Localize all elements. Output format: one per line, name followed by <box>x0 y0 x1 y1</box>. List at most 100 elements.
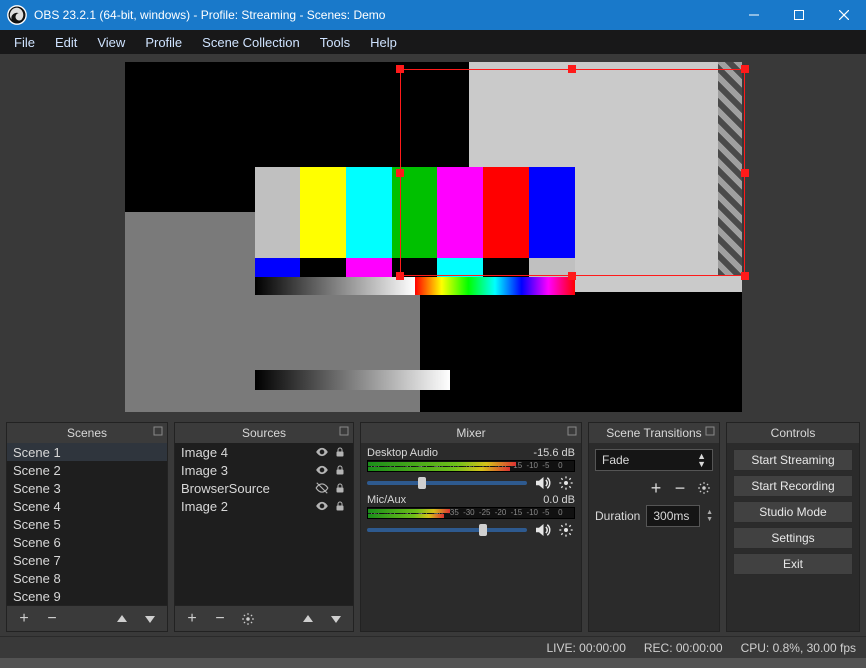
scene-row[interactable]: Scene 4 <box>7 497 167 515</box>
transition-select[interactable]: Fade ▲▼ <box>595 449 713 471</box>
selection-handle[interactable] <box>741 272 749 280</box>
channel-db: -15.6 dB <box>533 447 575 459</box>
scene-row[interactable]: Scene 1 <box>7 443 167 461</box>
source-row[interactable]: BrowserSource <box>175 479 353 497</box>
source-row[interactable]: Image 4 <box>175 443 353 461</box>
chevron-updown-icon: ▲▼ <box>697 452 706 468</box>
popout-icon[interactable] <box>705 426 715 436</box>
scene-down-button[interactable] <box>139 613 161 625</box>
popout-icon[interactable] <box>153 426 163 436</box>
source-properties-button[interactable] <box>237 612 259 626</box>
transition-properties-button[interactable] <box>695 479 713 497</box>
selection-handle[interactable] <box>741 65 749 73</box>
controls-title: Controls <box>771 426 816 440</box>
exit-button[interactable]: Exit <box>733 553 853 575</box>
scenes-header: Scenes <box>7 423 167 443</box>
source-row[interactable]: Image 2 <box>175 497 353 515</box>
mixer-header: Mixer <box>361 423 581 443</box>
menu-bar: FileEditViewProfileScene CollectionTools… <box>0 30 866 54</box>
mixer-body: Desktop Audio-15.6 dB-60-55-50-45-40-35-… <box>361 443 581 543</box>
channel-db: 0.0 dB <box>543 494 575 506</box>
selection-handle[interactable] <box>568 65 576 73</box>
selection-handle[interactable] <box>396 169 404 177</box>
menu-tools[interactable]: Tools <box>312 33 358 52</box>
source-gray-mid[interactable] <box>255 370 450 390</box>
menu-file[interactable]: File <box>6 33 43 52</box>
studio-mode-button[interactable]: Studio Mode <box>733 501 853 523</box>
menu-view[interactable]: View <box>89 33 133 52</box>
sources-list[interactable]: Image 4Image 3 BrowserSource Image 2 <box>175 443 353 605</box>
start-streaming-button[interactable]: Start Streaming <box>733 449 853 471</box>
selection-handle[interactable] <box>741 169 749 177</box>
scenes-list[interactable]: Scene 1Scene 2Scene 3Scene 4Scene 5Scene… <box>7 443 167 605</box>
level-meter: -60-55-50-45-40-35-30-25-20-15-10-50 <box>367 507 575 519</box>
add-transition-button[interactable]: + <box>647 479 665 497</box>
eye-icon[interactable] <box>315 499 329 513</box>
scene-row[interactable]: Scene 3 <box>7 479 167 497</box>
scene-row[interactable]: Scene 5 <box>7 515 167 533</box>
lock-icon[interactable] <box>333 464 347 476</box>
menu-edit[interactable]: Edit <box>47 33 85 52</box>
maximize-button[interactable] <box>776 0 821 30</box>
eye-icon[interactable] <box>315 463 329 477</box>
add-source-button[interactable]: + <box>181 610 203 628</box>
eye-off-icon[interactable] <box>315 481 329 495</box>
source-name: BrowserSource <box>181 481 311 496</box>
menu-scene-collection[interactable]: Scene Collection <box>194 33 308 52</box>
selection-handle[interactable] <box>396 65 404 73</box>
remove-scene-button[interactable]: − <box>41 610 63 628</box>
docks: Scenes Scene 1Scene 2Scene 3Scene 4Scene… <box>0 418 866 636</box>
status-rec: REC: 00:00:00 <box>644 641 723 655</box>
preview-canvas[interactable] <box>125 62 742 412</box>
speaker-icon[interactable] <box>533 521 551 539</box>
status-bar: LIVE: 00:00:00 REC: 00:00:00 CPU: 0.8%, … <box>0 636 866 658</box>
scene-up-button[interactable] <box>111 613 133 625</box>
volume-slider[interactable] <box>367 528 527 532</box>
menu-profile[interactable]: Profile <box>137 33 190 52</box>
add-scene-button[interactable]: + <box>13 610 35 628</box>
start-recording-button[interactable]: Start Recording <box>733 475 853 497</box>
source-row[interactable]: Image 3 <box>175 461 353 479</box>
menu-help[interactable]: Help <box>362 33 405 52</box>
source-name: Image 2 <box>181 499 311 514</box>
level-meter: -60-55-50-45-40-35-30-25-20-15-10-50 <box>367 460 575 472</box>
selection-rect[interactable] <box>400 69 745 276</box>
close-button[interactable] <box>821 0 866 30</box>
remove-source-button[interactable]: − <box>209 610 231 628</box>
sources-toolbar: + − <box>175 605 353 631</box>
remove-transition-button[interactable]: − <box>671 479 689 497</box>
selection-handle[interactable] <box>396 272 404 280</box>
source-up-button[interactable] <box>297 613 319 625</box>
channel-name: Mic/Aux <box>367 494 406 506</box>
selection-handle[interactable] <box>568 272 576 280</box>
sources-title: Sources <box>242 426 286 440</box>
gear-icon[interactable] <box>557 521 575 539</box>
minimize-button[interactable] <box>731 0 776 30</box>
scene-row[interactable]: Scene 9 <box>7 587 167 605</box>
window-title: OBS 23.2.1 (64-bit, windows) - Profile: … <box>34 8 731 22</box>
duration-input[interactable]: 300ms <box>646 505 700 527</box>
scenes-panel: Scenes Scene 1Scene 2Scene 3Scene 4Scene… <box>6 422 168 632</box>
settings-button[interactable]: Settings <box>733 527 853 549</box>
lock-icon[interactable] <box>333 482 347 494</box>
controls-panel: Controls Start Streaming Start Recording S… <box>726 422 860 632</box>
speaker-icon[interactable] <box>533 474 551 492</box>
eye-icon[interactable] <box>315 445 329 459</box>
popout-icon[interactable] <box>339 426 349 436</box>
duration-spinner[interactable]: ▲▼ <box>706 509 713 523</box>
scene-row[interactable]: Scene 6 <box>7 533 167 551</box>
lock-icon[interactable] <box>333 446 347 458</box>
transitions-header: Scene Transitions <box>589 423 719 443</box>
volume-slider[interactable] <box>367 481 527 485</box>
scene-row[interactable]: Scene 8 <box>7 569 167 587</box>
transition-current: Fade <box>602 453 629 467</box>
mixer-panel: Mixer Desktop Audio-15.6 dB-60-55-50-45-… <box>360 422 582 632</box>
gear-icon[interactable] <box>557 474 575 492</box>
scene-row[interactable]: Scene 2 <box>7 461 167 479</box>
scene-row[interactable]: Scene 7 <box>7 551 167 569</box>
lock-icon[interactable] <box>333 500 347 512</box>
mixer-title: Mixer <box>456 426 485 440</box>
duration-label: Duration <box>595 509 640 523</box>
popout-icon[interactable] <box>567 426 577 436</box>
source-down-button[interactable] <box>325 613 347 625</box>
